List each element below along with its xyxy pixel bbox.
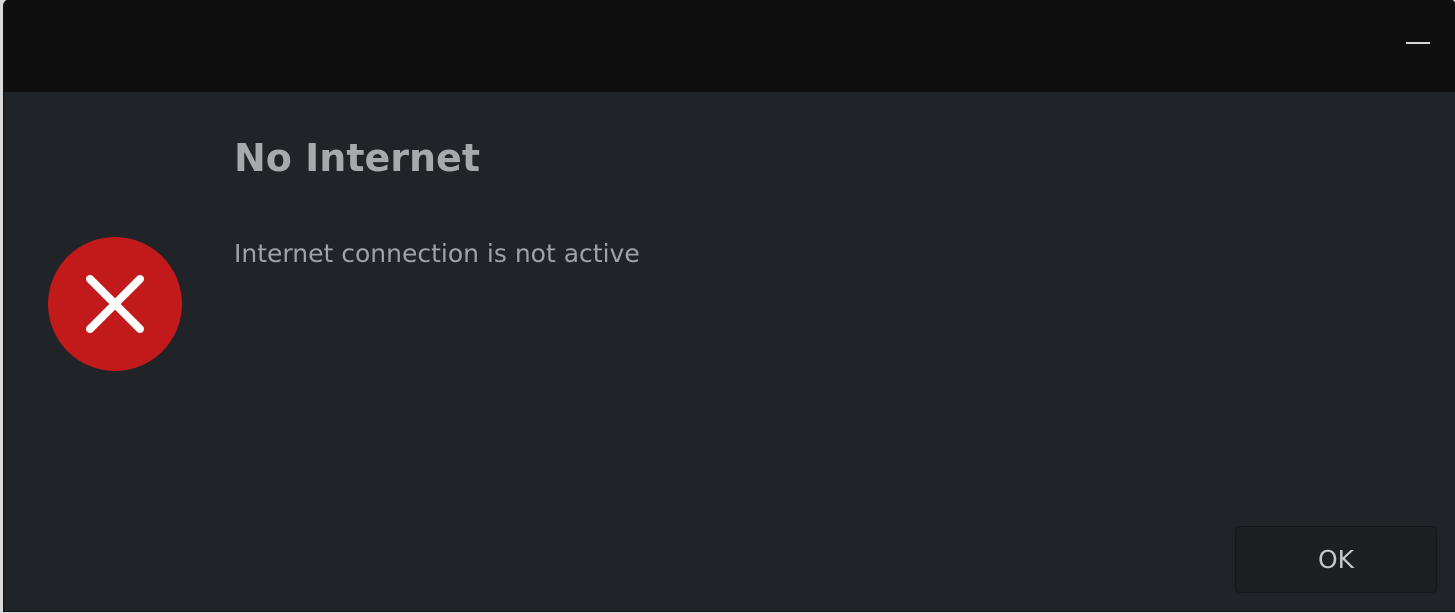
dialog-window: No Internet Internet connection is not a… <box>4 0 1455 611</box>
minimize-icon <box>1406 42 1430 44</box>
dialog-title: No Internet <box>234 136 480 180</box>
ok-button[interactable]: OK <box>1235 526 1437 593</box>
error-icon <box>48 237 182 371</box>
page: No Internet Internet connection is not a… <box>0 0 1455 613</box>
dialog-message: Internet connection is not active <box>234 239 640 268</box>
titlebar <box>4 0 1455 92</box>
minimize-button[interactable] <box>1403 30 1433 56</box>
